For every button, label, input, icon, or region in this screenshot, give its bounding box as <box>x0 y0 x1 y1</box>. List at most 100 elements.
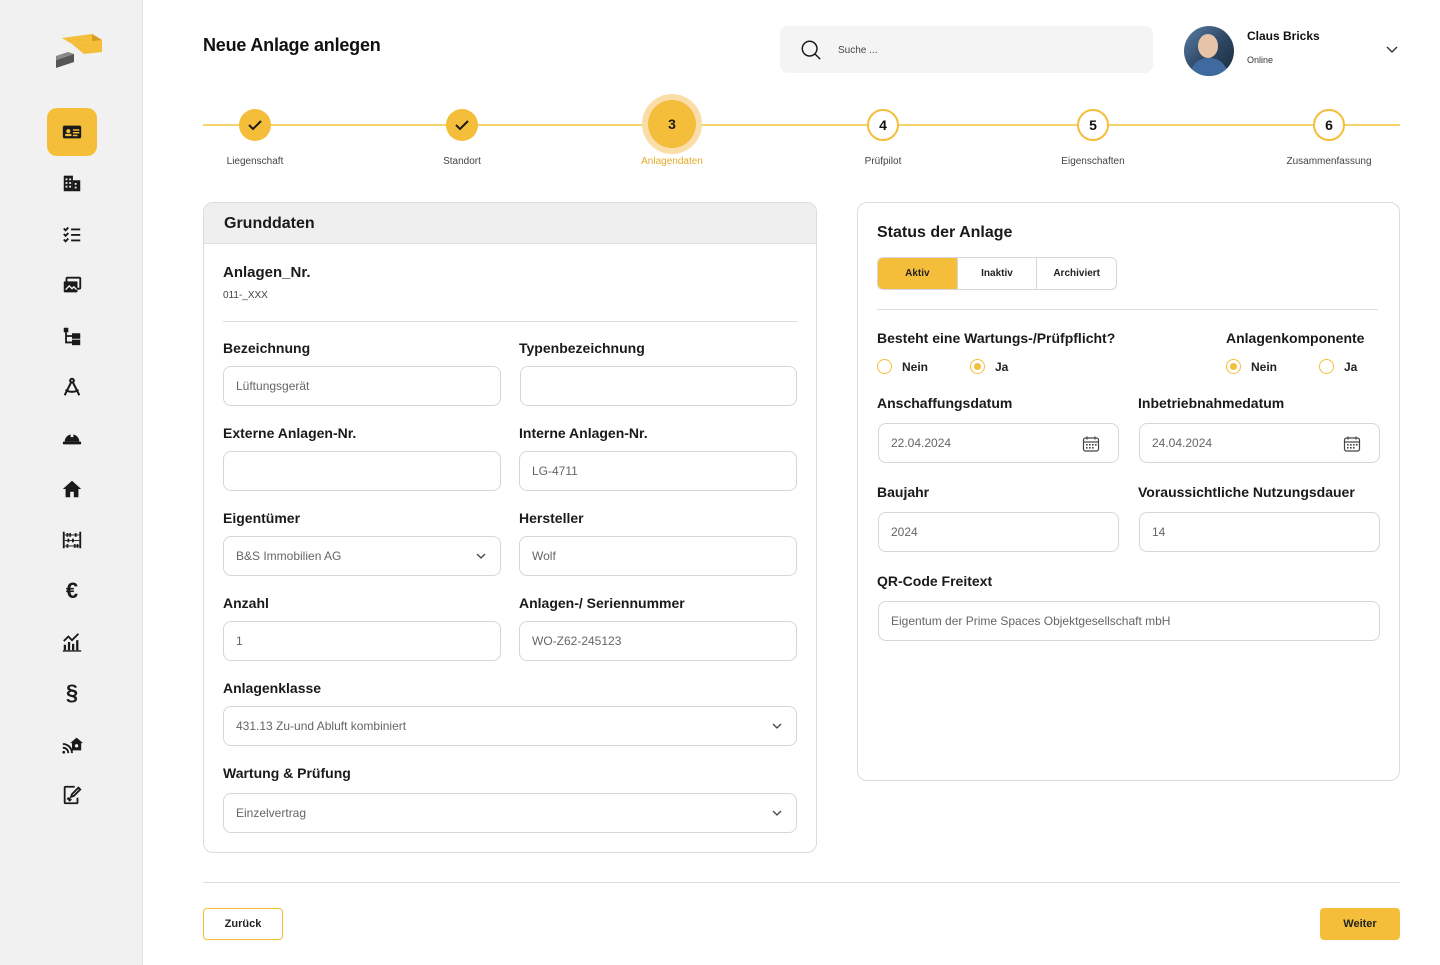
card-header: Status der Anlage <box>877 224 1013 241</box>
wartung-select[interactable]: Einzelvertrag <box>223 793 797 833</box>
step-anlagendaten[interactable]: 3 Anlagendaten <box>612 100 732 167</box>
calendar-icon[interactable] <box>1082 435 1100 453</box>
radio-button[interactable] <box>1319 359 1334 374</box>
nav-compass[interactable] <box>47 363 97 411</box>
nav-paragraph[interactable]: § <box>47 669 97 717</box>
interne-nr-label: Interne Anlagen-Nr. <box>519 425 648 441</box>
euro-icon: € <box>65 578 79 603</box>
seriennummer-label: Anlagen-/ Seriennummer <box>519 595 685 611</box>
komponente-ja[interactable]: Ja <box>1319 359 1357 374</box>
wartung-label: Wartung & Prüfung <box>223 765 351 781</box>
step-number: 5 <box>1077 109 1109 141</box>
wartung-value: Einzelvertrag <box>236 806 307 820</box>
nav-documents[interactable] <box>47 261 97 309</box>
next-button[interactable]: Weiter <box>1320 908 1400 940</box>
search-input[interactable] <box>838 38 1128 62</box>
externe-nr-label: Externe Anlagen-Nr. <box>223 425 357 441</box>
inbetriebnahmedatum-value: 24.04.2024 <box>1152 436 1213 450</box>
user-name: Claus Bricks <box>1247 29 1320 43</box>
grunddaten-card: Grunddaten Anlagen_Nr. 011-_XXX Bezeichn… <box>203 202 817 853</box>
user-menu[interactable]: Claus Bricks Online <box>1184 26 1400 76</box>
anlagenklasse-value: 431.13 Zu-und Abluft kombiniert <box>236 719 407 733</box>
step-liegenschaft[interactable]: Liegenschaft <box>195 100 315 167</box>
radio-label: Nein <box>902 359 929 374</box>
seriennummer-field[interactable]: WO-Z62-245123 <box>519 621 797 661</box>
interne-nr-field[interactable]: LG-4711 <box>519 451 797 491</box>
anlagen-nr-value: 011-_XXX <box>223 290 268 301</box>
anzahl-label: Anzahl <box>223 595 269 611</box>
home-icon <box>62 480 82 498</box>
baujahr-label: Baujahr <box>877 484 930 500</box>
anzahl-field[interactable]: 1 <box>223 621 501 661</box>
anlagenklasse-select[interactable]: 431.13 Zu-und Abluft kombiniert <box>223 706 797 746</box>
segment-aktiv[interactable]: Aktiv <box>878 258 958 289</box>
qr-freitext-field[interactable]: Eigentum der Prime Spaces Objektgesellsc… <box>878 601 1380 641</box>
step-standort[interactable]: Standort <box>402 100 522 167</box>
stepper-line <box>203 124 1400 126</box>
externe-nr-field[interactable] <box>223 451 501 491</box>
step-eigenschaften[interactable]: 5 Eigenschaften <box>1033 100 1153 167</box>
step-zusammenfassung[interactable]: 6 Zusammenfassung <box>1269 100 1389 167</box>
step-pruefpilot[interactable]: 4 Prüfpilot <box>823 100 943 167</box>
bezeichnung-field[interactable]: Lüftungsgerät <box>223 366 501 406</box>
user-status: Online <box>1247 55 1274 65</box>
radio-label: Ja <box>995 359 1009 374</box>
signature-icon <box>63 785 82 805</box>
baujahr-field[interactable]: 2024 <box>878 512 1119 552</box>
segment-inaktiv[interactable]: Inaktiv <box>958 258 1038 289</box>
radio-button[interactable] <box>1226 359 1241 374</box>
anschaffungsdatum-field[interactable]: 22.04.2024 <box>878 423 1119 463</box>
nav-buildings[interactable] <box>47 159 97 207</box>
inbetriebnahmedatum-field[interactable]: 24.04.2024 <box>1139 423 1380 463</box>
nav-home[interactable] <box>47 465 97 513</box>
nav-hierarchy[interactable] <box>47 312 97 360</box>
nav-signature[interactable] <box>47 771 97 819</box>
chevron-down-icon <box>476 553 486 559</box>
step-label: Liegenschaft <box>226 156 284 167</box>
hersteller-field[interactable]: Wolf <box>519 536 797 576</box>
step-label: Standort <box>443 156 481 167</box>
nav-hard-hat[interactable] <box>47 414 97 462</box>
komponente-label: Anlagenkomponente <box>1226 330 1365 346</box>
avatar <box>1184 26 1234 76</box>
chevron-down-icon[interactable] <box>1386 46 1398 54</box>
eigentuemer-label: Eigentümer <box>223 510 301 526</box>
chevron-down-icon <box>772 723 782 729</box>
nutzungsdauer-field[interactable]: 14 <box>1139 512 1380 552</box>
komponente-nein[interactable]: Nein <box>1226 359 1277 374</box>
nav-chart[interactable] <box>47 618 97 666</box>
anschaffungsdatum-label: Anschaffungsdatum <box>877 395 1013 411</box>
bezeichnung-label: Bezeichnung <box>223 340 311 356</box>
chevron-down-icon <box>772 810 782 816</box>
nav-checklist[interactable] <box>47 210 97 258</box>
qr-freitext-label: QR-Code Freitext <box>877 573 993 589</box>
documents-icon <box>63 276 82 293</box>
step-label: Zusammenfassung <box>1286 156 1372 167</box>
step-label: Eigenschaften <box>1061 156 1125 167</box>
nav-smart-home[interactable] <box>47 720 97 768</box>
nav-abacus[interactable] <box>47 516 97 564</box>
nav-id-card[interactable] <box>47 108 97 156</box>
segment-archiviert[interactable]: Archiviert <box>1037 258 1116 289</box>
eigentuemer-value: B&S Immobilien AG <box>236 549 342 563</box>
wartungspflicht-ja[interactable]: Ja <box>970 359 1008 374</box>
radio-button[interactable] <box>877 359 892 374</box>
wartungspflicht-nein[interactable]: Nein <box>877 359 928 374</box>
page-title: Neue Anlage anlegen <box>203 35 381 55</box>
radio-button[interactable] <box>970 359 985 374</box>
divider <box>223 321 798 322</box>
abacus-icon <box>62 531 82 549</box>
eigentuemer-select[interactable]: B&S Immobilien AG <box>223 536 501 576</box>
step-label: Prüfpilot <box>864 156 902 167</box>
status-card: Status der Anlage Aktiv Inaktiv Archivie… <box>857 202 1400 781</box>
back-button[interactable]: Zurück <box>203 908 283 940</box>
checklist-icon <box>63 226 81 243</box>
id-card-icon <box>62 125 82 139</box>
calendar-icon[interactable] <box>1343 435 1361 453</box>
nav-euro[interactable]: € <box>47 567 97 615</box>
typenbezeichnung-field[interactable] <box>520 366 797 406</box>
hard-hat-icon <box>62 432 82 445</box>
progress-stepper: Liegenschaft Standort 3 Anlagendaten 4 P… <box>203 100 1400 180</box>
search-bar[interactable] <box>780 26 1153 73</box>
check-icon <box>446 109 478 141</box>
